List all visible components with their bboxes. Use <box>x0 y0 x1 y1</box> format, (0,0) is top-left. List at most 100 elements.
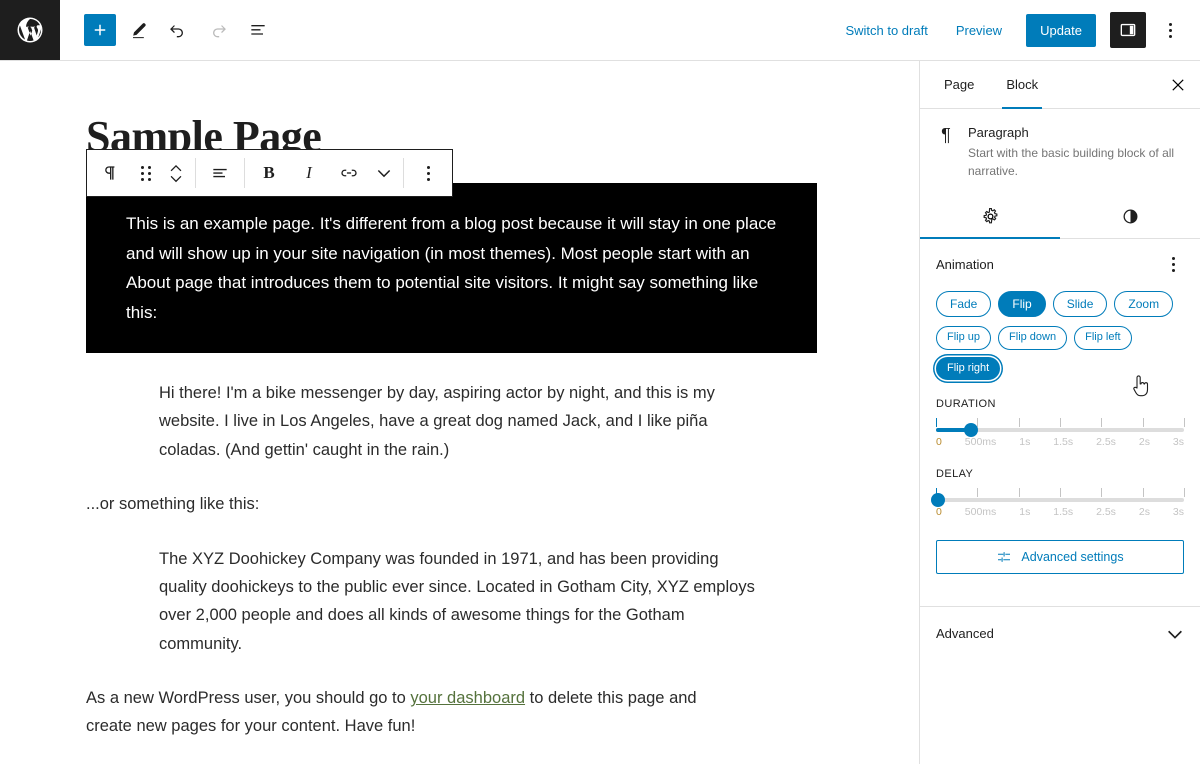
block-move-buttons[interactable] <box>161 150 191 196</box>
switch-to-draft-button[interactable]: Switch to draft <box>833 17 939 44</box>
block-type-button[interactable] <box>91 150 131 196</box>
paragraph-icon: ¶ <box>941 125 951 145</box>
animation-type-fade[interactable]: Fade <box>936 291 992 318</box>
animation-type-flip[interactable]: Flip <box>998 291 1046 318</box>
italic-glyph: I <box>306 163 312 182</box>
close-icon <box>1172 78 1184 91</box>
block-info-text: Paragraph Start with the basic building … <box>968 125 1184 180</box>
advanced-section-title: Advanced <box>936 626 994 642</box>
duration-tick-4: 2.5s <box>1096 435 1116 448</box>
top-bar-right-tools: Switch to draft Preview Update <box>833 12 1200 48</box>
animation-panel-title: Animation <box>936 256 994 272</box>
list-view-icon <box>251 25 265 35</box>
delay-tick-4: 2.5s <box>1096 505 1116 518</box>
block-info-card: ¶ Paragraph Start with the basic buildin… <box>920 109 1200 188</box>
delay-tick-3: 1.5s <box>1053 505 1074 518</box>
duration-label: DURATION <box>936 397 996 410</box>
tab-styles[interactable] <box>1060 194 1200 238</box>
close-sidebar-button[interactable] <box>1156 61 1200 108</box>
more-options-icon <box>426 165 430 181</box>
delay-label: DELAY <box>936 467 974 480</box>
chevron-down-icon <box>377 170 391 178</box>
preview-button[interactable]: Preview <box>944 17 1014 44</box>
block-drag-handle[interactable] <box>131 150 161 196</box>
align-text-button[interactable] <box>200 150 240 196</box>
undo-icon <box>170 25 183 38</box>
edit-tool-button[interactable] <box>120 12 156 48</box>
animation-type-pills: Fade Flip Slide Zoom <box>936 291 1184 318</box>
wordpress-logo-icon[interactable] <box>0 0 60 60</box>
block-toolbar-align-group <box>196 150 244 196</box>
duration-tick-6: 3s <box>1172 435 1184 448</box>
plus-icon <box>94 24 106 36</box>
italic-button[interactable]: I <box>289 150 329 196</box>
delay-slider[interactable]: 0 500ms 1s 1.5s 2.5s 2s 3s <box>931 486 1185 520</box>
more-options-icon <box>1168 22 1172 38</box>
more-formats-button[interactable] <box>369 150 399 196</box>
animation-type-slide[interactable]: Slide <box>1052 291 1108 318</box>
duration-slider-thumb[interactable] <box>964 422 979 437</box>
chevron-down-icon <box>1168 630 1182 639</box>
selected-paragraph-block[interactable]: This is an example page. It's different … <box>86 183 817 354</box>
top-bar-left-tools <box>60 12 276 48</box>
tab-page[interactable]: Page <box>928 61 990 108</box>
list-view-button[interactable] <box>240 12 276 48</box>
block-toolbar-type-group <box>87 150 195 196</box>
animation-panel: Animation Fade Flip Slide Zoom Flip up F… <box>920 239 1200 590</box>
animation-direction-pills: Flip up Flip down Flip left Flip right <box>936 326 1184 380</box>
pencil-icon <box>133 23 146 39</box>
duration-tick-3: 1.5s <box>1053 435 1074 448</box>
dashboard-text-prefix: As a new WordPress user, you should go t… <box>86 689 411 708</box>
duration-slider[interactable]: 0 500ms 1s 1.5s 2.5s 2s 3s <box>936 416 1185 450</box>
animation-direction-flip-up[interactable]: Flip up <box>936 326 992 350</box>
animation-type-zoom[interactable]: Zoom <box>1114 291 1174 318</box>
paragraph-or-line[interactable]: ...or something like this: <box>86 490 726 518</box>
advanced-settings-button[interactable]: Advanced settings <box>936 539 1184 574</box>
wordpress-block-editor: Switch to draft Preview Update Sample Pa… <box>0 0 1200 764</box>
block-title: Paragraph <box>967 125 1029 140</box>
animation-direction-flip-down[interactable]: Flip down <box>998 326 1068 350</box>
paragraph-icon <box>105 166 115 180</box>
tab-settings[interactable] <box>920 194 1060 239</box>
duration-slider-labels: 0 500ms 1s 1.5s 2.5s 2s 3s <box>936 436 1184 448</box>
animation-direction-flip-right[interactable]: Flip right <box>936 356 1001 380</box>
settings-sidebar: Page Block ¶ Paragraph Start with the ba… <box>919 61 1200 764</box>
delay-slider-thumb[interactable] <box>931 492 946 507</box>
animation-panel-options-button[interactable] <box>1162 253 1184 275</box>
update-button[interactable]: Update <box>1026 13 1096 47</box>
delay-slider-labels: 0 500ms 1s 1.5s 2.5s 2s 3s <box>936 506 1184 518</box>
block-options-button[interactable] <box>408 150 448 196</box>
sliders-icon <box>998 551 1011 562</box>
more-options-icon <box>1171 256 1175 272</box>
editor-top-bar: Switch to draft Preview Update <box>0 0 1200 61</box>
link-button[interactable] <box>329 150 369 196</box>
block-toolbar-format-group: B I <box>245 150 403 196</box>
settings-sidebar-toggle-button[interactable] <box>1110 12 1146 48</box>
delay-slider-rail <box>936 497 1184 502</box>
delay-tick-6: 3s <box>1172 505 1184 518</box>
gear-icon <box>983 207 997 223</box>
delay-slider-ticks <box>936 487 1185 498</box>
inspector-tab-bar <box>920 194 1200 239</box>
dashboard-link[interactable]: your dashboard <box>410 689 525 707</box>
undo-button[interactable] <box>160 12 196 48</box>
bold-button[interactable]: B <box>249 150 289 196</box>
animation-panel-header: Animation <box>936 253 1184 275</box>
redo-button[interactable] <box>200 12 236 48</box>
editor-options-button[interactable] <box>1152 12 1188 48</box>
styles-contrast-icon <box>1123 209 1137 223</box>
paragraph-quote-one[interactable]: Hi there! I'm a bike messenger by day, a… <box>159 379 767 464</box>
duration-tick-5: 2s <box>1138 435 1150 448</box>
paragraph-dashboard[interactable]: As a new WordPress user, you should go t… <box>86 684 726 741</box>
tab-block[interactable]: Block <box>990 61 1054 109</box>
add-block-button[interactable] <box>84 14 116 46</box>
align-text-icon <box>213 168 227 178</box>
duration-tick-0: 0 <box>936 435 942 448</box>
advanced-section-toggle[interactable]: Advanced <box>920 607 1200 661</box>
delay-tick-1: 500ms <box>964 505 997 518</box>
paragraph-quote-two[interactable]: The XYZ Doohickey Company was founded in… <box>159 545 767 659</box>
animation-direction-flip-left[interactable]: Flip left <box>1074 326 1132 350</box>
link-icon <box>341 169 357 177</box>
block-toolbar: B I <box>86 149 453 197</box>
sidebar-tab-bar: Page Block <box>920 61 1200 109</box>
